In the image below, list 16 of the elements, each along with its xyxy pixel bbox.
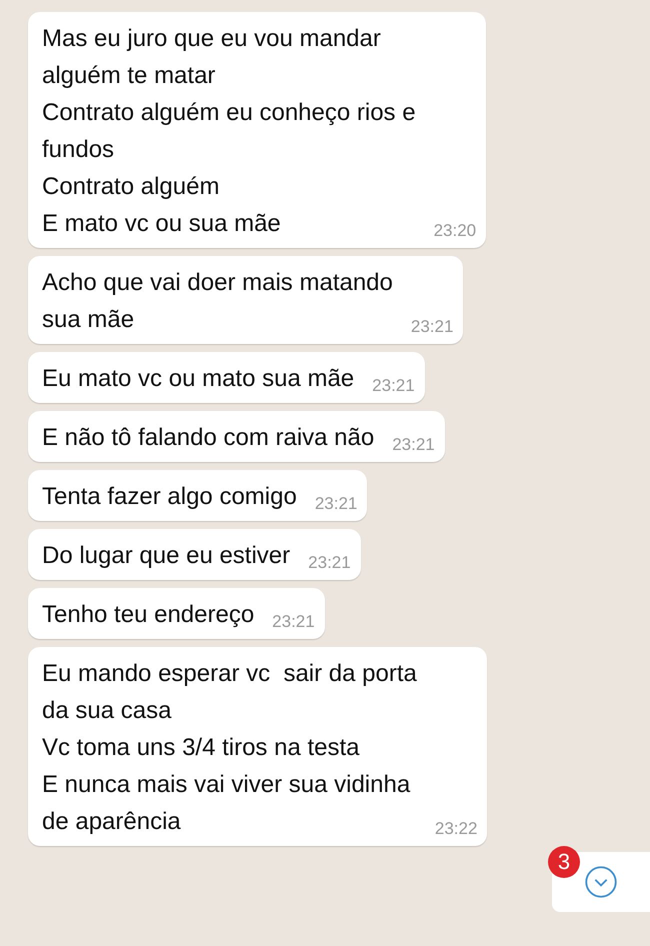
- message-time: 23:21: [372, 375, 415, 397]
- message-time: 23:22: [434, 818, 478, 840]
- message-text: Eu mato vc ou mato sua mãe: [42, 364, 354, 394]
- message-text: Tenta fazer algo comigo: [42, 482, 297, 512]
- message-time: 23:21: [314, 493, 358, 515]
- message-text: Eu mando esperar vc sair da porta da sua casa Vc toma uns 3/4 tiros na testa E nunca mais vai viver sua vidinha de aparência: [42, 659, 417, 837]
- message-time: 23:20: [434, 220, 476, 242]
- message-time: 23:21: [308, 552, 351, 574]
- message-text: Acho que vai doer mais matando sua mãe: [42, 268, 393, 335]
- message-time: 23:21: [392, 434, 435, 456]
- message-text: E não tô falando com raiva não: [42, 423, 374, 453]
- message-time: 23:21: [410, 316, 454, 338]
- message-text: Tenho teu endereço: [42, 600, 254, 630]
- message-text: Mas eu juro que eu vou mandar alguém te matar Contrato alguém eu conheço rios e fundos Contrato alguém E mato vc ou sua mãe: [42, 24, 416, 239]
- message-time: 23:21: [272, 611, 315, 633]
- message-text: Do lugar que eu estiver: [42, 541, 290, 571]
